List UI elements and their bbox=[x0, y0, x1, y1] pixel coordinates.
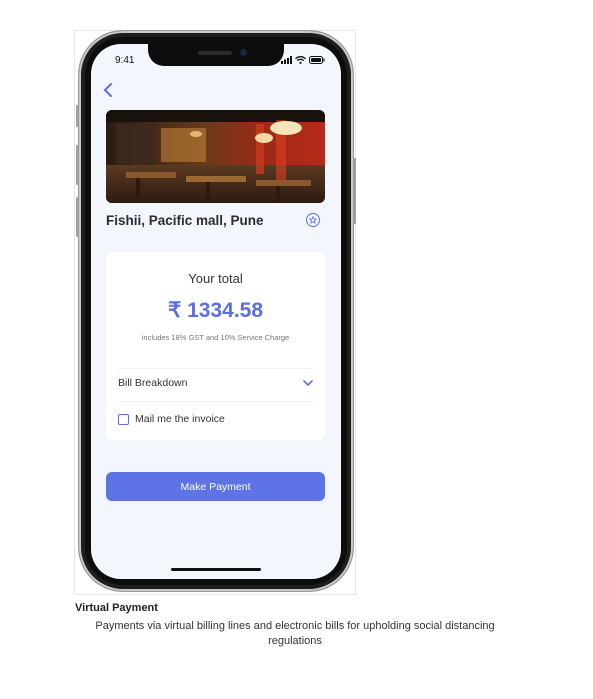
make-payment-button[interactable]: Make Payment bbox=[106, 472, 325, 501]
battery-icon bbox=[309, 56, 325, 64]
bill-breakdown-toggle[interactable]: Bill Breakdown bbox=[118, 370, 313, 396]
bill-card: Your total ₹ 1334.58 includes 18% GST an… bbox=[106, 252, 325, 440]
mail-invoice-label: Mail me the invoice bbox=[135, 413, 225, 425]
back-button[interactable] bbox=[103, 82, 117, 100]
restaurant-name: Fishii, Pacific mall, Pune bbox=[106, 213, 264, 228]
total-amount: ₹ 1334.58 bbox=[167, 299, 264, 322]
wifi-icon bbox=[295, 56, 306, 64]
back-chevron-icon bbox=[103, 83, 112, 97]
restaurant-photo bbox=[106, 110, 325, 203]
caption-description: Payments via virtual billing lines and e… bbox=[95, 620, 495, 647]
mail-invoice-option[interactable]: Mail me the invoice bbox=[118, 413, 225, 425]
favorite-button[interactable] bbox=[306, 213, 320, 227]
mail-invoice-checkbox[interactable] bbox=[118, 413, 129, 425]
phone-screen: 9:41 Fishii, Pacific mall, Pune Your tot… bbox=[91, 44, 341, 579]
mute-switch bbox=[76, 105, 79, 127]
home-indicator bbox=[171, 568, 261, 571]
notch bbox=[148, 44, 284, 66]
volume-down-button bbox=[76, 197, 79, 237]
bill-breakdown-label: Bill Breakdown bbox=[118, 377, 188, 389]
divider bbox=[118, 401, 313, 402]
chevron-down-icon bbox=[303, 380, 313, 386]
divider bbox=[118, 368, 313, 369]
volume-up-button bbox=[76, 145, 79, 185]
signal-icon bbox=[281, 56, 292, 64]
caption-title: Virtual Payment bbox=[75, 602, 158, 614]
front-camera bbox=[240, 49, 247, 56]
power-button bbox=[353, 158, 356, 224]
star-icon bbox=[309, 216, 317, 224]
status-time: 9:41 bbox=[115, 55, 135, 66]
status-icons bbox=[281, 56, 325, 64]
total-heading: Your total bbox=[188, 271, 243, 286]
tax-note: includes 18% GST and 10% Service Charge bbox=[141, 333, 290, 342]
